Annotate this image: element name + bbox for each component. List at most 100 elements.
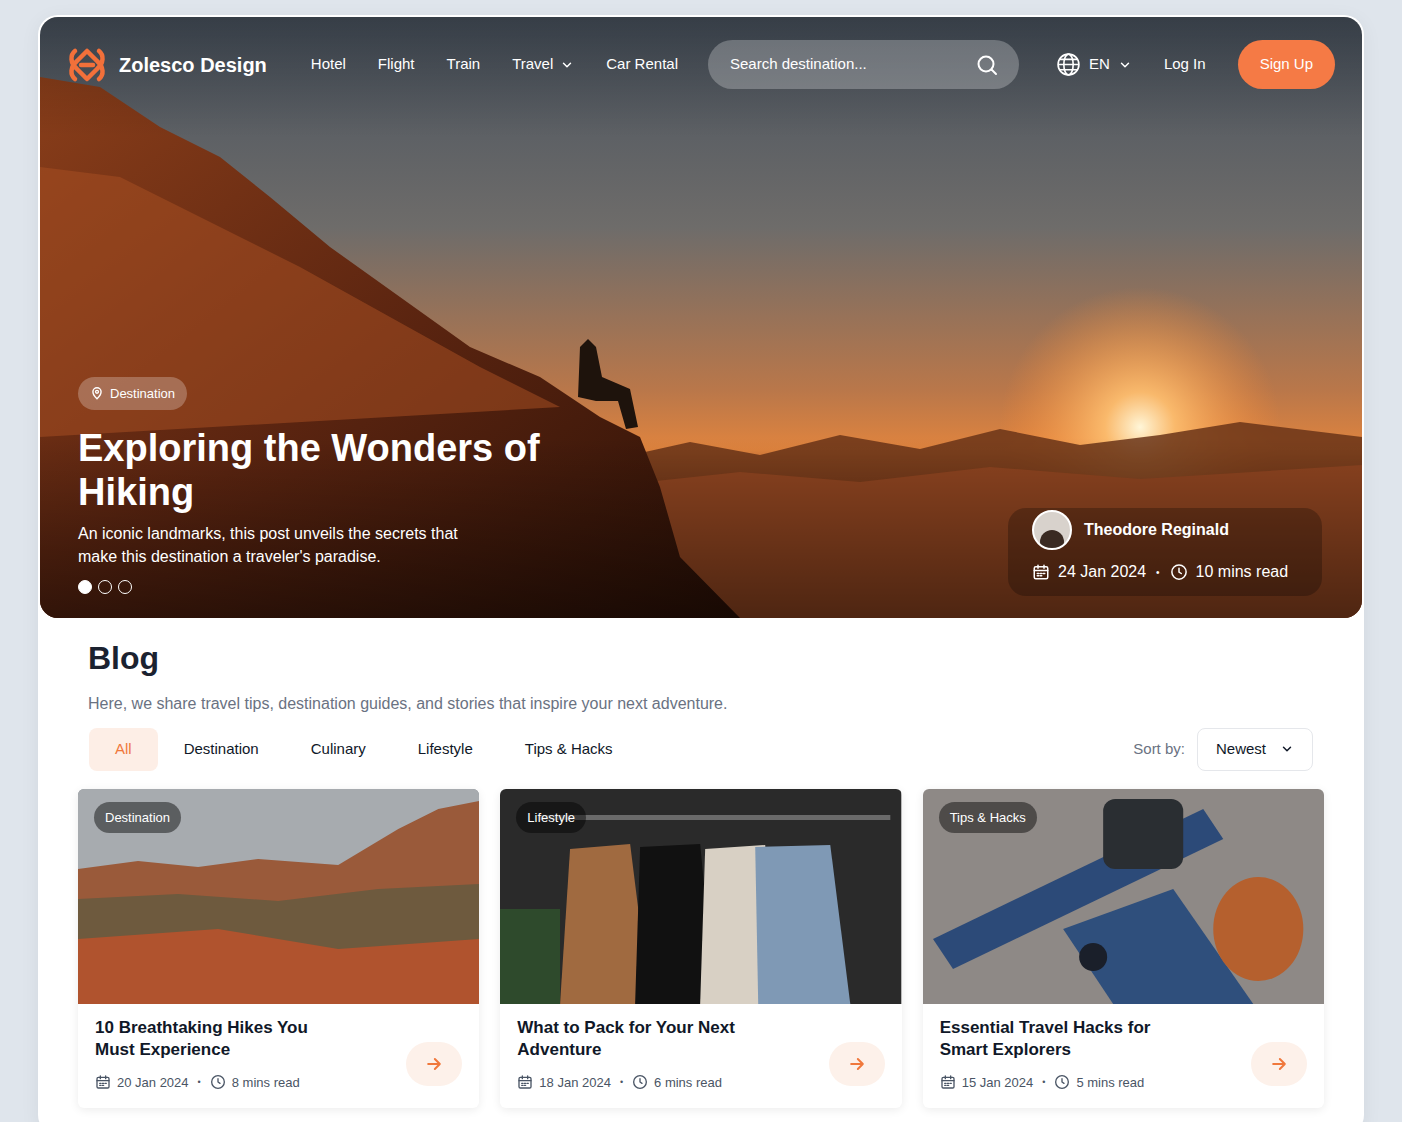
read-more-button[interactable]: [829, 1042, 885, 1086]
slide-dot[interactable]: [98, 580, 112, 594]
post-date: 20 Jan 2024: [117, 1073, 189, 1093]
hero-meta: 24 Jan 2024•10 mins read: [1032, 560, 1298, 584]
post-meta: 18 Jan 2024•6 mins read: [517, 1073, 737, 1093]
post-date: 18 Jan 2024: [539, 1073, 611, 1093]
filter-tab[interactable]: Lifestyle: [392, 728, 499, 771]
navbar: Zolesco Design Hotel Flight Train Travel Car …: [40, 17, 1362, 89]
meta-separator: •: [1156, 565, 1160, 580]
arrow-right-icon: [424, 1054, 444, 1074]
nav-item[interactable]: Hotel: [311, 53, 346, 76]
nav-actions: EN Log In Sign Up: [1056, 40, 1335, 89]
post-body: Essential Travel Hacks for Smart Explore…: [923, 1004, 1324, 1109]
post-body: What to Pack for Your Next Adventure 18 J…: [500, 1004, 901, 1109]
calendar-icon: [940, 1074, 956, 1090]
chevron-down-icon: [1280, 742, 1294, 756]
filter-tab[interactable]: All: [89, 728, 158, 771]
blog-subtitle: Here, we share travel tips, destination …: [78, 692, 1324, 716]
clock-icon: [632, 1074, 648, 1090]
meta-separator: •: [198, 1076, 201, 1090]
read-more-button[interactable]: [1251, 1042, 1307, 1086]
search-input[interactable]: [730, 53, 967, 76]
post-date: 24 Jan 2024: [1058, 560, 1146, 584]
globe-icon: [1056, 52, 1081, 77]
logo-icon[interactable]: [67, 45, 107, 85]
slide-dots: [78, 580, 548, 594]
nav-item[interactable]: Flight: [378, 53, 415, 76]
arrow-right-icon: [1269, 1054, 1289, 1074]
post-info: Essential Travel Hacks for Smart Explore…: [940, 1017, 1160, 1093]
post-title[interactable]: 10 Breathtaking Hikes You Must Experienc…: [95, 1017, 315, 1061]
post-card[interactable]: Tips & Hacks Essential Travel Hacks for S…: [923, 789, 1324, 1109]
nav-label: Hotel: [311, 53, 346, 76]
signup-button[interactable]: Sign Up: [1238, 40, 1335, 89]
post-date: 15 Jan 2024: [962, 1073, 1034, 1093]
post-tag[interactable]: Destination: [94, 802, 181, 834]
post-media: Lifestyle: [500, 789, 901, 1004]
post-card[interactable]: Destination 10 Breathtaking Hikes You Mus…: [78, 789, 479, 1109]
slide-dot[interactable]: [78, 580, 92, 594]
arrow-right-icon: [847, 1054, 867, 1074]
hero-tag[interactable]: Destination: [78, 377, 187, 411]
sort-value: Newest: [1216, 738, 1266, 761]
sort-control: Sort by: Newest: [1133, 728, 1324, 771]
hero-content: Destination Exploring the Wonders of Hiki…: [78, 377, 548, 595]
author-name: Theodore Reginald: [1084, 518, 1229, 542]
brand[interactable]: Zolesco Design: [67, 45, 267, 85]
search-bar[interactable]: [708, 40, 1019, 89]
post-title[interactable]: What to Pack for Your Next Adventure: [517, 1017, 737, 1061]
sort-label: Sort by:: [1133, 738, 1185, 761]
author-card: Theodore Reginald24 Jan 2024•10 mins rea…: [1008, 508, 1322, 596]
post-body: 10 Breathtaking Hikes You Must Experienc…: [78, 1004, 479, 1109]
post-meta: 15 Jan 2024•5 mins read: [940, 1073, 1160, 1093]
post-tag[interactable]: Lifestyle: [516, 802, 586, 834]
clock-icon: [1054, 1074, 1070, 1090]
language-label: EN: [1089, 53, 1110, 76]
blog-title: Blog: [78, 638, 1324, 678]
hero-title: Exploring the Wonders of Hiking: [78, 426, 548, 514]
nav-label: Train: [447, 53, 481, 76]
read-time: 8 mins read: [232, 1073, 300, 1093]
post-grid: Destination 10 Breathtaking Hikes You Mus…: [78, 789, 1324, 1109]
meta-separator: •: [1042, 1076, 1045, 1090]
read-time: 6 mins read: [654, 1073, 722, 1093]
post-media: Destination: [78, 789, 479, 1004]
nav-label: Flight: [378, 53, 415, 76]
hero: Zolesco Design Hotel Flight Train Travel Car …: [40, 17, 1362, 618]
nav-item[interactable]: Car Rental: [606, 53, 678, 76]
nav-item[interactable]: Travel: [512, 53, 574, 76]
post-info: 10 Breathtaking Hikes You Must Experienc…: [95, 1017, 315, 1093]
post-tag[interactable]: Tips & Hacks: [939, 802, 1037, 834]
search-icon[interactable]: [975, 53, 999, 77]
login-link[interactable]: Log In: [1164, 53, 1206, 76]
chevron-down-icon: [560, 58, 574, 72]
sort-dropdown[interactable]: Newest: [1197, 728, 1313, 771]
nav-label: Car Rental: [606, 53, 678, 76]
calendar-icon: [517, 1074, 533, 1090]
author-avatar: [1032, 510, 1072, 550]
calendar-icon: [95, 1074, 111, 1090]
filter-tab[interactable]: Culinary: [285, 728, 392, 771]
brand-name[interactable]: Zolesco Design: [119, 50, 267, 80]
chevron-down-icon: [1118, 58, 1132, 72]
pin-icon: [90, 386, 104, 400]
calendar-icon: [1032, 563, 1050, 581]
filter-tab[interactable]: Destination: [158, 728, 285, 771]
main-nav: Hotel Flight Train Travel Car Rental: [311, 53, 678, 76]
post-meta: 20 Jan 2024 • 8 mins read: [95, 1073, 315, 1093]
post-title[interactable]: Essential Travel Hacks for Smart Explore…: [940, 1017, 1160, 1061]
post-card[interactable]: Lifestyle What to Pack for Your Next Adve…: [500, 789, 901, 1109]
filter-tab[interactable]: Tips & Hacks: [499, 728, 639, 771]
author-row: Theodore Reginald: [1032, 510, 1298, 550]
nav-label: Travel: [512, 53, 553, 76]
language-switcher[interactable]: EN: [1056, 52, 1132, 77]
read-more-button[interactable]: [406, 1042, 462, 1086]
clock-icon: [210, 1074, 226, 1090]
nav-item[interactable]: Train: [447, 53, 481, 76]
filter-tabs: AllDestinationCulinaryLifestyleTips & Ha…: [89, 728, 639, 771]
hero-description: An iconic landmarks, this post unveils t…: [78, 522, 478, 568]
clock-icon: [1170, 563, 1188, 581]
post-media: Tips & Hacks: [923, 789, 1324, 1004]
hero-tag-label: Destination: [110, 384, 175, 404]
post-info: What to Pack for Your Next Adventure 18 J…: [517, 1017, 737, 1093]
slide-dot[interactable]: [118, 580, 132, 594]
